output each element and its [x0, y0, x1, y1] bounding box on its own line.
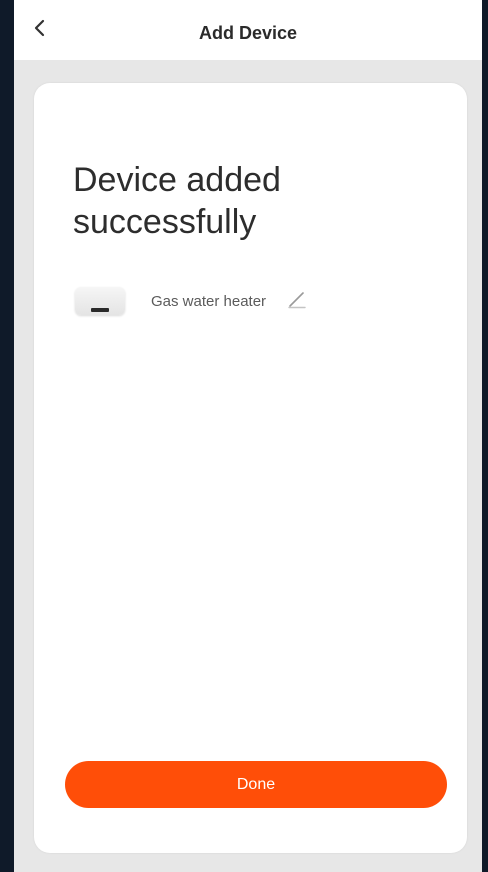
- pencil-icon: [286, 288, 308, 315]
- app-screen: Add Device Device added successfully Gas…: [14, 0, 482, 872]
- page-title: Add Device: [198, 23, 298, 43]
- edit-name-button[interactable]: [284, 288, 310, 314]
- result-card: Device added successfully Gas water heat…: [34, 83, 467, 853]
- navigation-bar: Add Device: [14, 0, 482, 60]
- device-name: Gas water heater: [151, 292, 267, 310]
- success-headline: Device added successfully: [73, 161, 281, 241]
- back-button[interactable]: [28, 18, 52, 42]
- device-row: Gas water heater: [75, 283, 310, 319]
- water-heater-device-image: [75, 287, 125, 315]
- chevron-left-icon: [33, 19, 47, 42]
- done-button[interactable]: Done: [65, 761, 447, 808]
